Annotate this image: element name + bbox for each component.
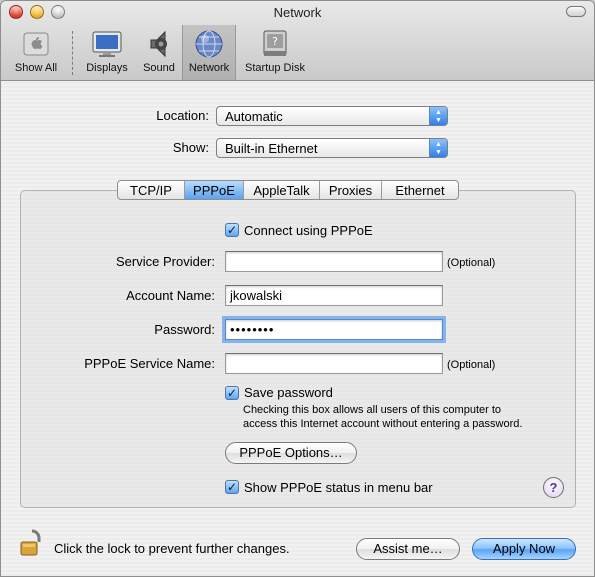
assist-me-button[interactable]: Assist me…: [356, 538, 460, 560]
toolbar-sound[interactable]: Sound: [137, 25, 181, 80]
account-name-label: Account Name:: [126, 288, 215, 303]
apply-now-button[interactable]: Apply Now: [472, 538, 576, 560]
speaker-icon: [150, 30, 167, 58]
toolbar-network[interactable]: Network: [182, 25, 236, 80]
toolbar-displays[interactable]: Displays: [79, 25, 135, 80]
tab-tcpip[interactable]: TCP/IP: [118, 181, 185, 199]
location-value: Automatic: [225, 109, 283, 124]
toolbar-label: Network: [188, 62, 230, 74]
popup-arrows-icon: ▲ ▼: [429, 139, 447, 157]
toolbar-label: Sound: [143, 62, 175, 74]
save-password-label: Save password: [244, 385, 333, 400]
pppoe-options-button[interactable]: PPPoE Options…: [225, 442, 357, 464]
show-value: Built-in Ethernet: [225, 141, 318, 156]
password-field[interactable]: ••••••••: [225, 319, 443, 340]
toolbar-toggle-button[interactable]: [566, 6, 586, 17]
show-status-checkbox[interactable]: ✓: [225, 480, 239, 494]
toolbar-separator: [72, 31, 73, 75]
display-icon: [92, 31, 122, 57]
pppoe-service-name-field[interactable]: [225, 353, 443, 374]
connect-pppoe-label: Connect using PPPoE: [244, 223, 373, 238]
show-popup[interactable]: Built-in Ethernet ▲ ▼: [216, 138, 448, 158]
help-button[interactable]: ?: [543, 477, 564, 498]
window-title: Network: [273, 5, 322, 20]
toolbar: Show All Displays Sound Network ? Startu…: [1, 25, 594, 81]
password-label: Password:: [154, 322, 215, 337]
popup-arrows-icon: ▲ ▼: [429, 107, 447, 125]
tab-ethernet[interactable]: Ethernet: [382, 181, 458, 199]
tab-bar: TCP/IP PPPoE AppleTalk Proxies Ethernet: [117, 180, 459, 200]
show-status-label: Show PPPoE status in menu bar: [244, 480, 433, 495]
service-provider-label: Service Provider:: [116, 254, 215, 269]
title-toolbar: Network Show All Displays Sound Network …: [1, 1, 594, 81]
toolbar-label: Show All: [14, 62, 58, 74]
tab-proxies[interactable]: Proxies: [320, 181, 382, 199]
service-provider-field[interactable]: [225, 251, 443, 272]
network-preferences-window: Network Show All Displays Sound Network …: [0, 0, 595, 577]
toolbar-startup-disk[interactable]: ? Startup Disk: [237, 25, 313, 80]
account-name-field[interactable]: jkowalski: [225, 285, 443, 306]
toolbar-show-all[interactable]: Show All: [5, 25, 67, 80]
location-label: Location:: [156, 108, 209, 123]
toolbar-label: Displays: [86, 62, 128, 74]
svg-text:?: ?: [272, 35, 278, 48]
toolbar-label: Startup Disk: [245, 62, 305, 74]
save-password-note-line2: access this Internet account without ent…: [243, 418, 523, 430]
tab-appletalk[interactable]: AppleTalk: [244, 181, 320, 199]
optional-note: (Optional): [447, 257, 496, 269]
lock-message: Click the lock to prevent further change…: [54, 541, 290, 556]
save-password-note-line1: Checking this box allows all users of th…: [243, 404, 502, 416]
apple-icon: [23, 32, 49, 56]
tab-pppoe[interactable]: PPPoE: [185, 181, 244, 199]
save-password-checkbox[interactable]: ✓: [225, 386, 239, 400]
lock-icon[interactable]: [19, 528, 45, 558]
connect-pppoe-checkbox[interactable]: ✓: [225, 223, 239, 237]
globe-icon: [195, 30, 223, 58]
optional-note: (Optional): [447, 359, 496, 371]
show-label: Show:: [172, 140, 209, 155]
pppoe-service-name-label: PPPoE Service Name:: [84, 356, 215, 371]
location-popup[interactable]: Automatic ▲ ▼: [216, 106, 448, 126]
disk-icon: ?: [263, 30, 287, 56]
